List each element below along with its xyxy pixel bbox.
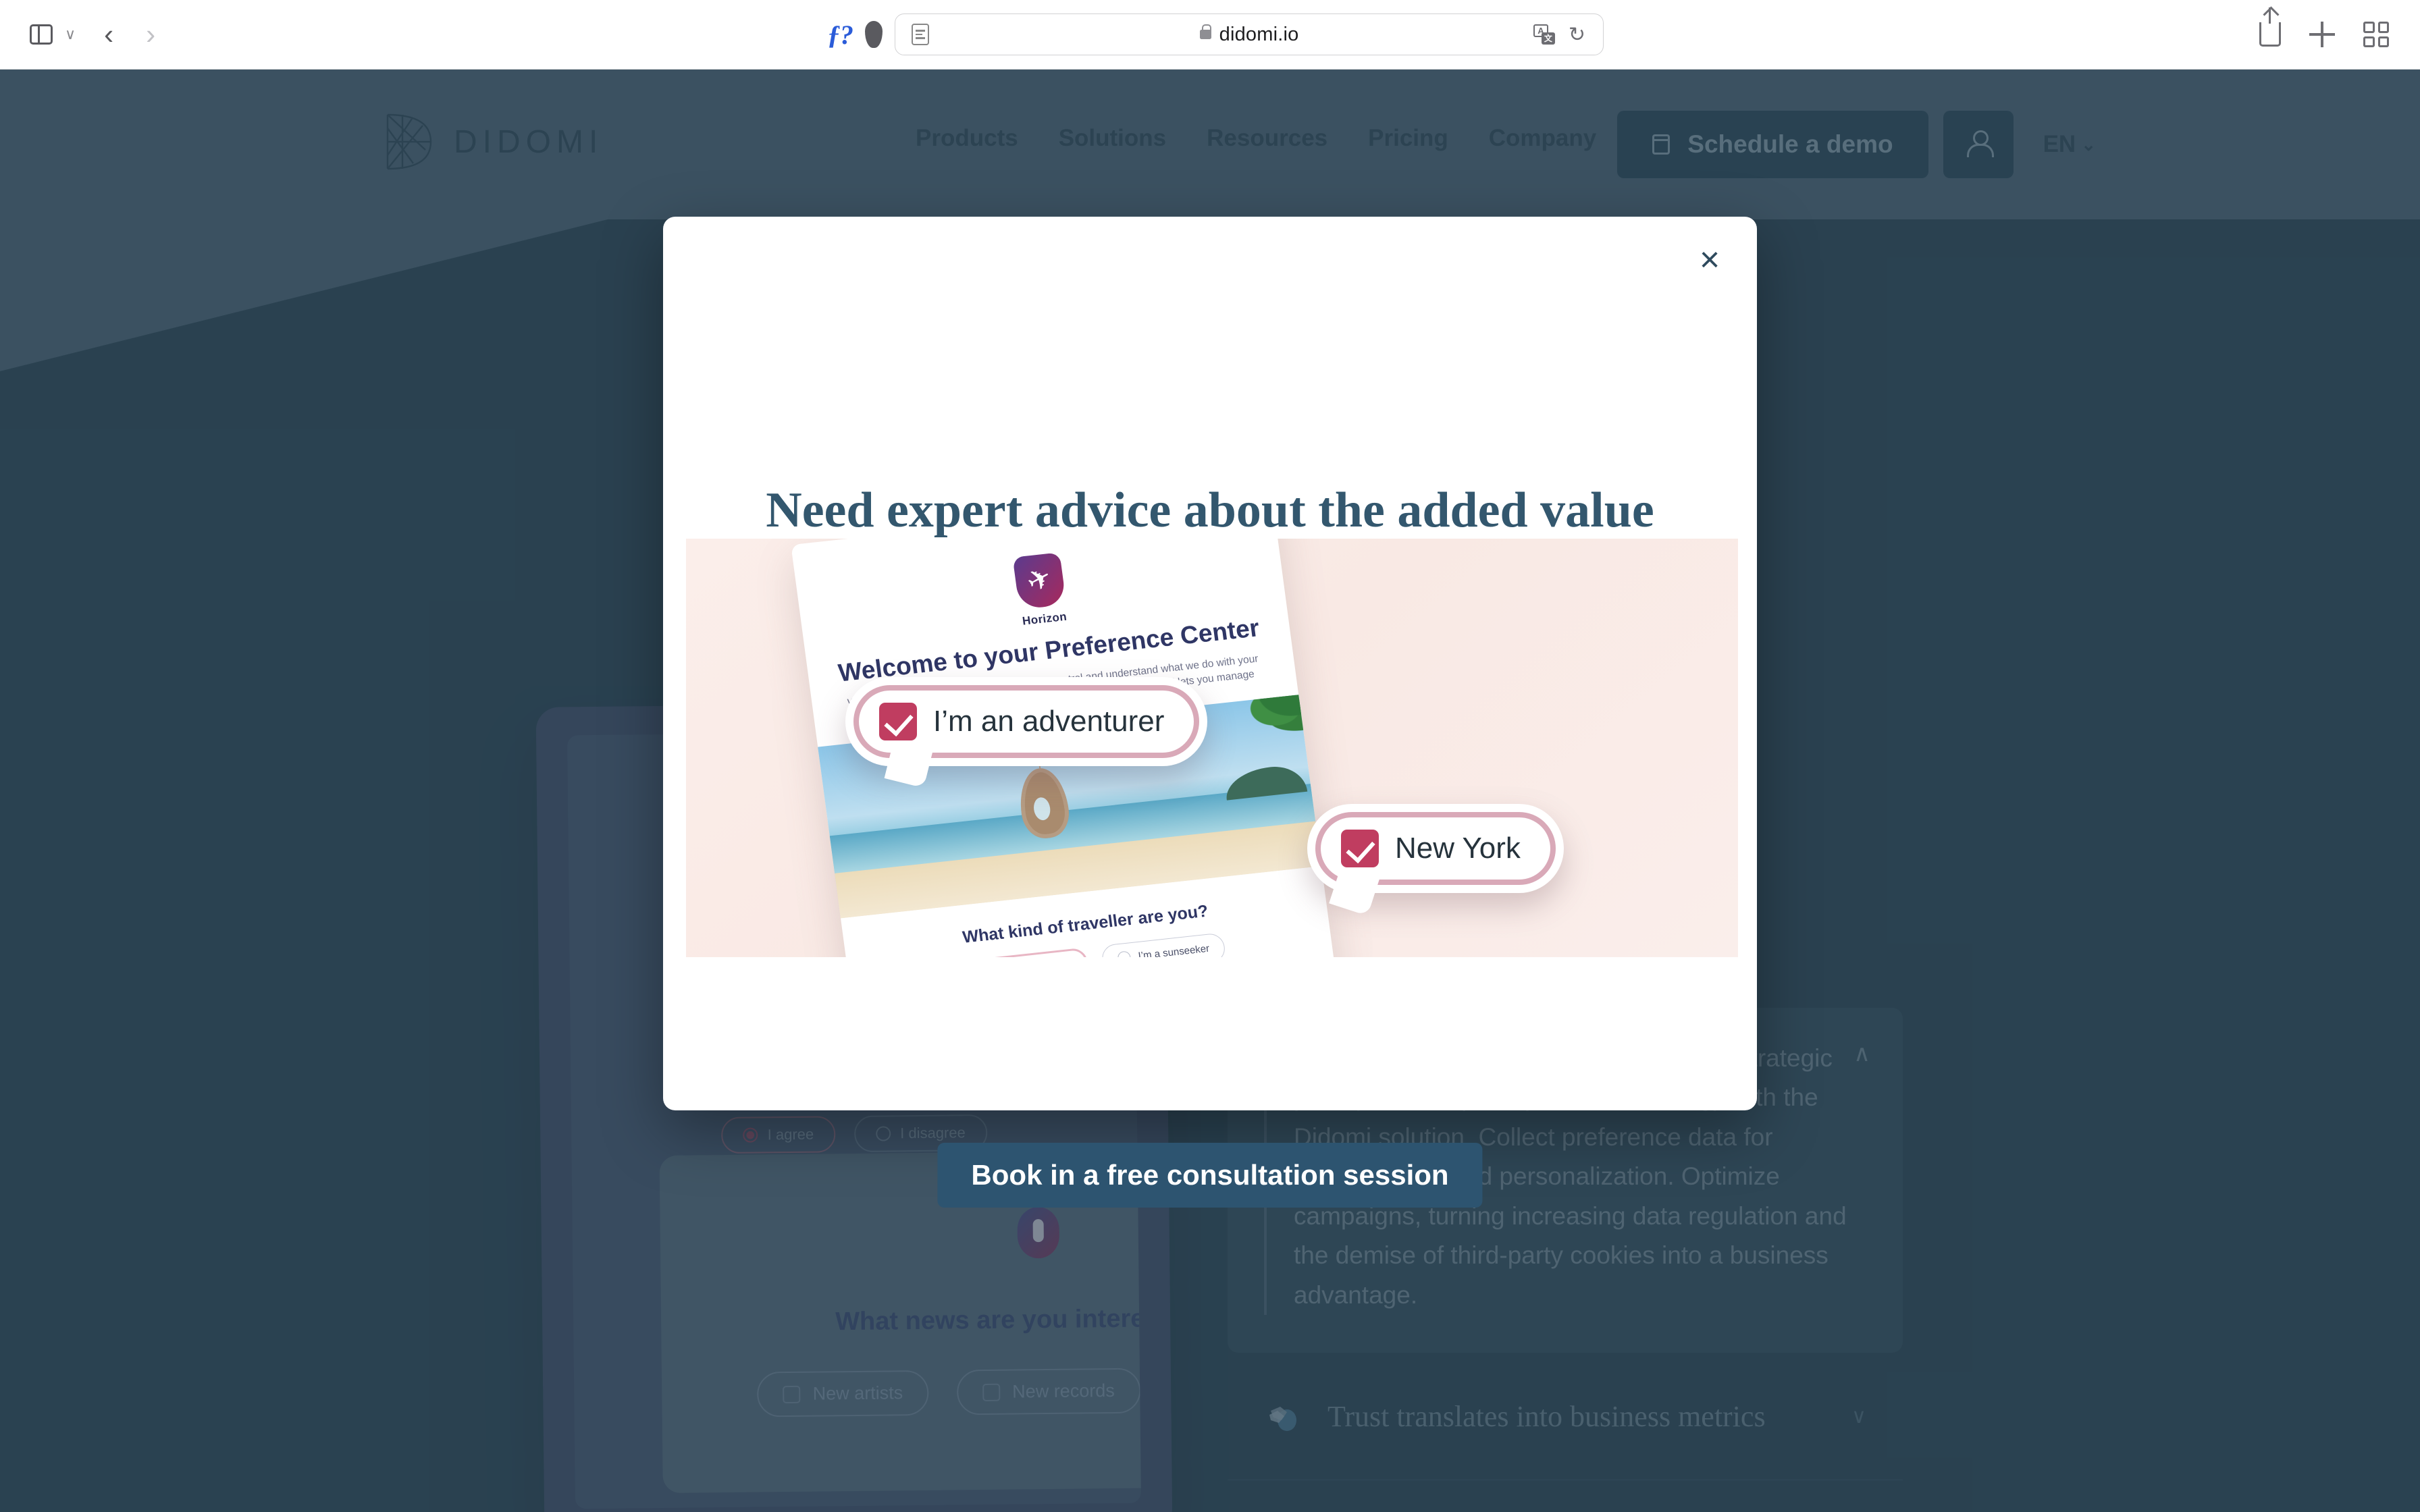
url-display: didomi.io [895, 24, 1603, 46]
translate-icon[interactable]: A 文 [1533, 24, 1555, 45]
traveller-option-adventurer[interactable]: I’m an adventurer [953, 947, 1090, 957]
lock-icon [1199, 24, 1212, 39]
address-bar[interactable]: didomi.io A 文 ↻ [895, 14, 1604, 55]
sidebar-toggle-button[interactable] [20, 14, 62, 55]
horizon-airplane-logo: ✈ [1012, 552, 1067, 610]
plus-icon[interactable] [2309, 22, 2335, 47]
bubble-adventurer[interactable]: I’m an adventurer [845, 677, 1208, 788]
web-page: between option. Demonstrate reward you w… [0, 70, 2420, 1512]
book-consultation-button[interactable]: Book in a free consultation session [937, 1143, 1483, 1208]
radio-icon [1117, 950, 1132, 957]
back-arrow-icon: ‹ [104, 18, 114, 50]
bubble-label: New York [1395, 832, 1521, 865]
reader-view-icon[interactable] [912, 24, 930, 45]
palm-leaves [1200, 695, 1311, 767]
tab-overview-icon[interactable] [2363, 22, 2389, 47]
forward-button[interactable]: › [130, 14, 172, 55]
browser-right-controls [2259, 7, 2420, 47]
sidebar-toggle-icon [30, 24, 53, 45]
browser-address-area: ƒ? didomi.io A 文 ↻ [172, 14, 2259, 55]
airplane-glyph: ✈ [1021, 560, 1057, 599]
preference-center-illustration: ✈ Horizon Welcome to your Preference Cen… [686, 539, 1738, 957]
traveller-option-sunseeker[interactable]: I’m a sunseeker [1101, 932, 1227, 957]
back-button[interactable]: ‹ [88, 14, 130, 55]
translate-letter-cjk: 文 [1541, 32, 1555, 45]
f-question-extension-icon[interactable]: ƒ? [827, 19, 853, 51]
close-icon[interactable]: × [1691, 241, 1729, 279]
address-bar-actions: A 文 ↻ [1533, 23, 1585, 47]
bubble-label: I’m an adventurer [933, 705, 1165, 738]
checkbox-checked-icon [879, 703, 917, 740]
browser-left-controls: ∨ ‹ › [0, 14, 172, 55]
reload-icon[interactable]: ↻ [1569, 23, 1585, 47]
share-icon[interactable] [2259, 7, 2281, 47]
checkbox-checked-icon [1341, 830, 1379, 867]
forward-arrow-icon: › [146, 18, 156, 50]
shield-extension-icon[interactable] [865, 21, 883, 48]
url-text: didomi.io [1219, 23, 1299, 45]
traveller-option-label: I’m a sunseeker [1137, 942, 1211, 957]
bubble-new-york[interactable]: New York [1307, 804, 1564, 916]
chair-opening [1032, 796, 1051, 821]
chevron-down-icon[interactable]: ∨ [65, 26, 76, 43]
browser-chrome: ∨ ‹ › ƒ? didomi.io A 文 ↻ [0, 0, 2420, 70]
